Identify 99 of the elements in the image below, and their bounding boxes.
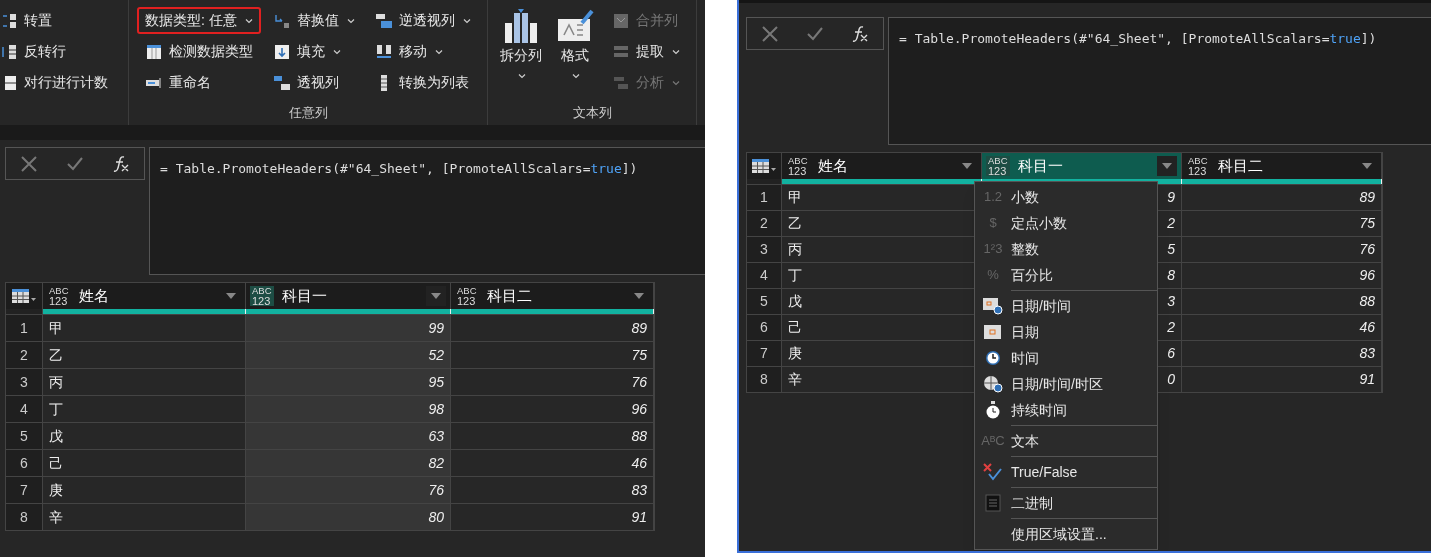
chevron-icon [518,72,526,79]
menu-item[interactable]: 使用区域设置... [975,521,1157,547]
dropdown-arrow-icon[interactable] [962,163,972,169]
formula-text: = Table.PromoteHeaders(#"64_Sheet", [PromoteAllScalars=true]) [160,161,638,176]
chevron-icon [435,48,443,55]
type-icon[interactable]: ABC 123 [47,286,71,306]
chevron-icon [347,17,355,24]
ribbon-large-button[interactable]: 格式 [550,5,600,103]
row-number: 8 [6,504,43,530]
table-icon [12,289,36,303]
row-number: 6 [747,315,782,340]
ribbon-button[interactable]: 重命名 [137,69,261,96]
table-cell: 82 [246,450,451,476]
row-number: 1 [747,185,782,210]
table-icon [145,42,163,61]
type-glyph-icon: AᴮC [979,431,1007,451]
split-column-icon [502,9,540,43]
type-icon[interactable]: ABC 123 [1186,156,1210,176]
group-label: 任意列 [288,104,328,122]
formula-text: = Table.PromoteHeaders(#"64_Sheet", [PromoteAllScalars=true]) [899,31,1377,46]
table-cell: 76 [246,477,451,503]
move-columns-icon [375,42,393,61]
row-number: 2 [6,342,43,368]
close-icon[interactable] [760,24,779,43]
chevron-icon [463,17,471,24]
row-number: 4 [747,263,782,288]
chevron-icon [244,17,253,24]
ribbon-button[interactable]: 提取 [604,38,688,65]
row-number: 6 [6,450,43,476]
dropdown-arrow-icon[interactable] [634,293,644,299]
chevron-icon [672,79,680,86]
calendar-clock-icon [983,297,1003,315]
row-number: 3 [747,237,782,262]
row-number: 1 [6,315,43,341]
menu-item[interactable]: True/False [975,459,1157,485]
type-glyph-icon: % [985,265,1001,285]
close-icon[interactable] [20,154,38,173]
chevron-icon [333,48,341,55]
document-icon [985,494,1001,512]
globe-clock-icon [983,375,1003,393]
row-number: 7 [6,477,43,503]
ribbon-button[interactable]: 移动 [367,38,479,65]
row-number: 4 [6,396,43,422]
dropdown-arrow-icon[interactable] [1362,163,1372,169]
group-label: 文本列 [572,104,612,122]
ribbon-button[interactable]: 逆透视列 [367,7,479,34]
row-number: 5 [6,423,43,449]
type-glyph-icon: 1.2 [981,187,1005,207]
dropdown-arrow-icon[interactable] [431,293,441,299]
table-cell: 99 [246,315,451,341]
function-icon[interactable] [851,24,870,43]
unpivot-icon [375,11,393,30]
cross-check-icon [983,463,1003,481]
pivot-icon [273,73,291,92]
row-number: 3 [6,369,43,395]
chevron-icon [672,48,680,55]
dropdown-arrow-icon[interactable] [1162,163,1172,169]
chevron-icon [572,72,580,79]
function-icon[interactable] [112,154,130,173]
menu-item[interactable]: 持续时间 [975,397,1157,423]
table-cell: 80 [246,504,451,530]
table-cell: 98 [246,396,451,422]
row-number: 8 [747,367,782,392]
type-icon[interactable]: ABC 123 [455,286,479,306]
type-icon[interactable]: ABC 123 [786,156,810,176]
row-number: 5 [747,289,782,314]
clock-icon [986,351,1000,365]
ribbon-large-button[interactable]: 拆分列 [496,5,546,103]
merge-columns-icon [612,11,630,30]
table-cell: 95 [246,369,451,395]
ribbon-button[interactable]: 替换值 [265,7,363,34]
ribbon-button[interactable]: 透视列 [265,69,363,96]
reverse-rows-icon [0,42,18,61]
fill-down-icon [273,42,291,61]
ribbon-button[interactable]: 转换为列表 [367,69,479,96]
calendar-icon [984,325,1002,339]
table-cell: 52 [246,342,451,368]
ribbon-button[interactable]: 对行进行计数 [0,69,116,96]
formula-field[interactable]: = Table.PromoteHeaders(#"64_Sheet", [PromoteAllScalars=true]) [149,147,705,275]
stopwatch-icon [985,401,1001,419]
row-number: 7 [747,341,782,366]
menu-item[interactable]: AᴮC 文本 [975,428,1157,454]
type-glyph-icon: 1²3 [981,239,1005,259]
formula-field[interactable]: = Table.PromoteHeaders(#"64_Sheet", [PromoteAllScalars=true]) [888,17,1431,145]
table-cell: 63 [246,423,451,449]
type-glyph-icon: $ [987,213,999,233]
transpose-icon [0,11,18,30]
row-number: 2 [747,211,782,236]
ribbon-button[interactable]: 填充 [265,38,363,65]
ribbon-button[interactable]: 检测数据类型 [137,38,261,65]
format-icon [556,9,594,43]
type-icon[interactable]: ABC 123 [986,156,1010,176]
table-icon [752,159,776,173]
ribbon-button[interactable]: 反转行 [0,38,116,65]
ribbon-button[interactable]: 转置 [0,7,116,34]
menu-item[interactable]: 二进制 [975,490,1157,516]
dropdown-arrow-icon[interactable] [226,293,236,299]
ribbon-button[interactable]: 数据类型: 任意 [137,7,261,34]
type-icon[interactable]: ABC 123 [250,286,274,306]
